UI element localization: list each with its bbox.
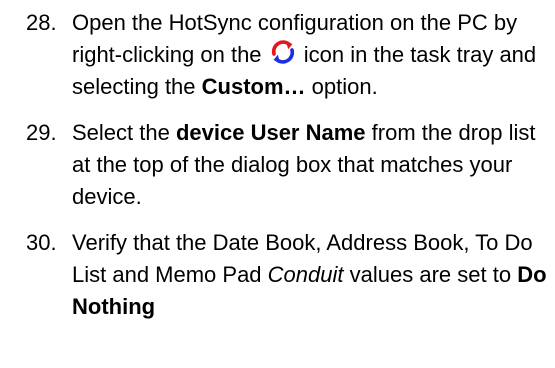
step-text-italic: Conduit [267,262,344,287]
step-text-part: values are set to [349,262,512,287]
step-text-part: option. [311,74,378,99]
step-text: Select the device User Name from the dro… [72,117,551,213]
step-text: Open the HotSync configuration on the PC… [72,7,551,103]
step-30: 30. Verify that the Date Book, Address B… [26,227,551,323]
instruction-steps: 28. Open the HotSync configuration on th… [26,7,551,323]
step-text-bold: device User Name [175,120,366,145]
hotsync-icon [270,39,296,65]
step-text-bold: Custom… [201,74,306,99]
step-28: 28. Open the HotSync configuration on th… [26,7,551,103]
step-number: 30. [26,230,57,255]
step-number: 29. [26,120,57,145]
step-text-part: Select the [72,120,170,145]
step-text: Verify that the Date Book, Address Book,… [72,227,551,323]
step-number: 28. [26,10,57,35]
step-29: 29. Select the device User Name from the… [26,117,551,213]
